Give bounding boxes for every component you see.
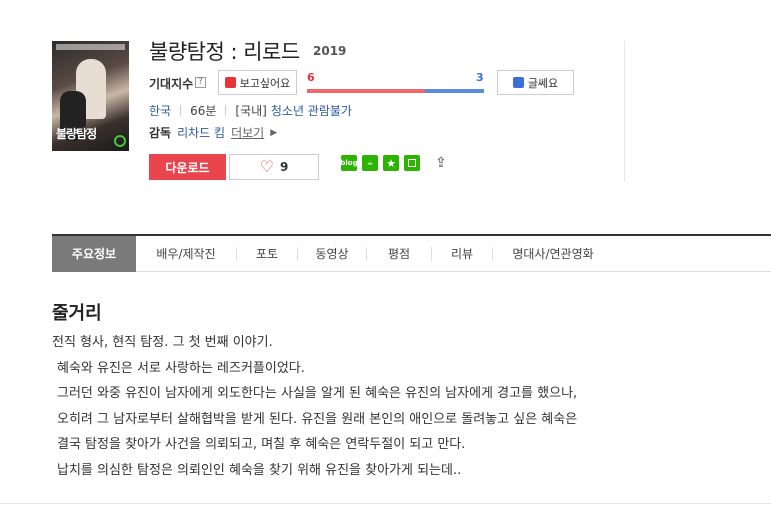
director-label: 감독: [149, 126, 172, 140]
more-link[interactable]: 더보기: [231, 124, 264, 141]
wish-count: 9: [279, 160, 289, 174]
zoom-icon[interactable]: [114, 135, 126, 147]
synopsis-line: 결국 탐정을 찾아가 사건을 의뢰되고, 며칠 후 혜숙은 연락두절이 되고 만…: [57, 437, 466, 452]
divider: [225, 105, 227, 116]
runtime: 66분: [190, 104, 217, 118]
poster-tagline: [56, 44, 125, 50]
synopsis-line: 혜숙와 유진은 서로 사랑하는 레즈커플이었다.: [57, 360, 305, 376]
rating-prefix: [국내]: [235, 104, 267, 118]
tab-quotes-related[interactable]: 명대사/연관영화: [493, 236, 613, 272]
cafe-icon[interactable]: ☕: [362, 155, 378, 171]
tab-main-info[interactable]: 주요정보: [52, 235, 136, 272]
poster-title: 불량탐정: [56, 127, 97, 141]
download-button[interactable]: 다운로드: [149, 154, 226, 180]
movie-title: 불량탐정 : 리로드: [149, 40, 300, 64]
movie-year: 2019: [313, 44, 347, 58]
synopsis-text: 전직 형사, 현직 탐정. 그 첫 번째 이야기. 혜숙와 유진은 서로 사랑하…: [52, 330, 692, 483]
movie-info-row: 한국 66분 [국내] 청소년 관람불가: [149, 102, 352, 119]
thumbs-up-icon: [224, 77, 236, 88]
movie-poster[interactable]: 불량탐정: [52, 41, 129, 151]
synopsis-line: 그러던 와중 유진이 남자에게 외도한다는 사실을 알게 된 혜숙은 유진의 남…: [57, 386, 578, 401]
want-to-see-button[interactable]: 보고싶어요: [218, 70, 297, 95]
divider: [624, 41, 625, 181]
want-to-see-label: 보고싶어요: [239, 76, 291, 90]
synopsis-line: 오히려 그 남자로부터 살해협박을 받게 된다. 유진을 원래 본인의 애인으로…: [57, 411, 578, 427]
dislike-count: 3: [476, 71, 484, 84]
thumbs-down-icon: [512, 77, 524, 88]
expectation-bar: [307, 89, 484, 93]
tab-photo[interactable]: 포토: [237, 236, 297, 272]
not-sure-label: 글쎄요: [527, 76, 559, 90]
share-icons: blog ☕ ★ ⇪: [340, 155, 449, 171]
star-icon[interactable]: ★: [383, 155, 399, 171]
tab-review[interactable]: 리뷰: [432, 236, 492, 272]
synopsis-line: 전직 형사, 현직 탐정. 그 첫 번째 이야기.: [52, 335, 273, 350]
divider: [0, 503, 771, 504]
help-icon[interactable]: ?: [195, 77, 206, 88]
synopsis-heading: 줄거리: [52, 303, 102, 324]
tab-score[interactable]: 평점: [367, 236, 431, 272]
country-link[interactable]: 한국: [149, 102, 171, 119]
synopsis-line: 납치를 의심한 탐정은 의뢰인인 혜숙을 찾기 위해 유진을 찾아가게 되는데.…: [57, 462, 462, 478]
tab-bar: 주요정보 배우/제작진 포토 동영상 평점 리뷰 명대사/연관영화: [52, 234, 771, 272]
expectation-label: 기대지수: [149, 77, 194, 91]
share-icon[interactable]: ⇪: [433, 155, 449, 171]
director-link[interactable]: 리차드 킴: [177, 124, 225, 141]
like-count: 6: [307, 71, 315, 84]
expectation-bar-like-fill: [307, 89, 426, 93]
blog-icon[interactable]: blog: [340, 155, 358, 171]
square-icon[interactable]: [404, 155, 420, 171]
tab-cast-crew[interactable]: 배우/제작진: [136, 236, 236, 272]
wish-button[interactable]: ♡ 9: [229, 154, 319, 180]
director-row: 감독 리차드 킴 더보기 ▶: [149, 124, 277, 141]
chevron-right-icon: ▶: [270, 127, 278, 138]
heart-icon: ♡: [259, 157, 274, 176]
divider: [180, 105, 182, 116]
age-rating-link[interactable]: 청소년 관람불가: [271, 102, 352, 119]
tab-video[interactable]: 동영상: [298, 236, 366, 272]
not-sure-button[interactable]: 글쎄요: [497, 70, 574, 95]
